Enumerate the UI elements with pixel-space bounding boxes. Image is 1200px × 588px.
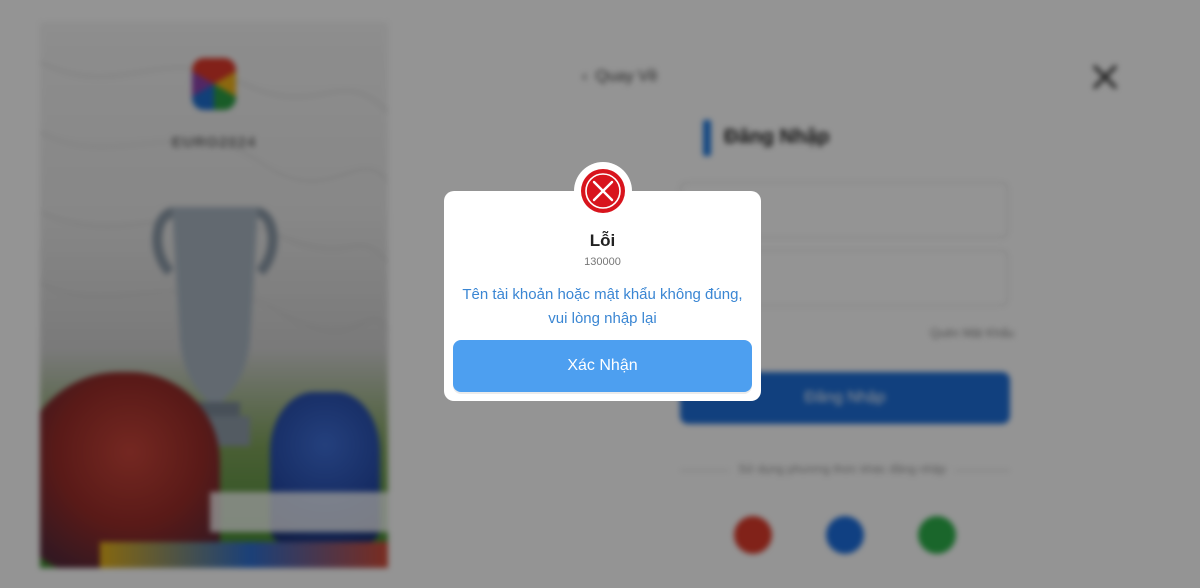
error-message: Tên tài khoản hoặc mật khẩu không đúng, … [462, 286, 743, 327]
confirm-button[interactable]: Xác Nhận [453, 340, 752, 392]
dialog-title: Lỗi [589, 231, 616, 250]
error-badge [574, 162, 632, 220]
error-code: 130000 [584, 256, 621, 268]
close-x-icon [585, 173, 621, 209]
error-circle [581, 169, 625, 213]
